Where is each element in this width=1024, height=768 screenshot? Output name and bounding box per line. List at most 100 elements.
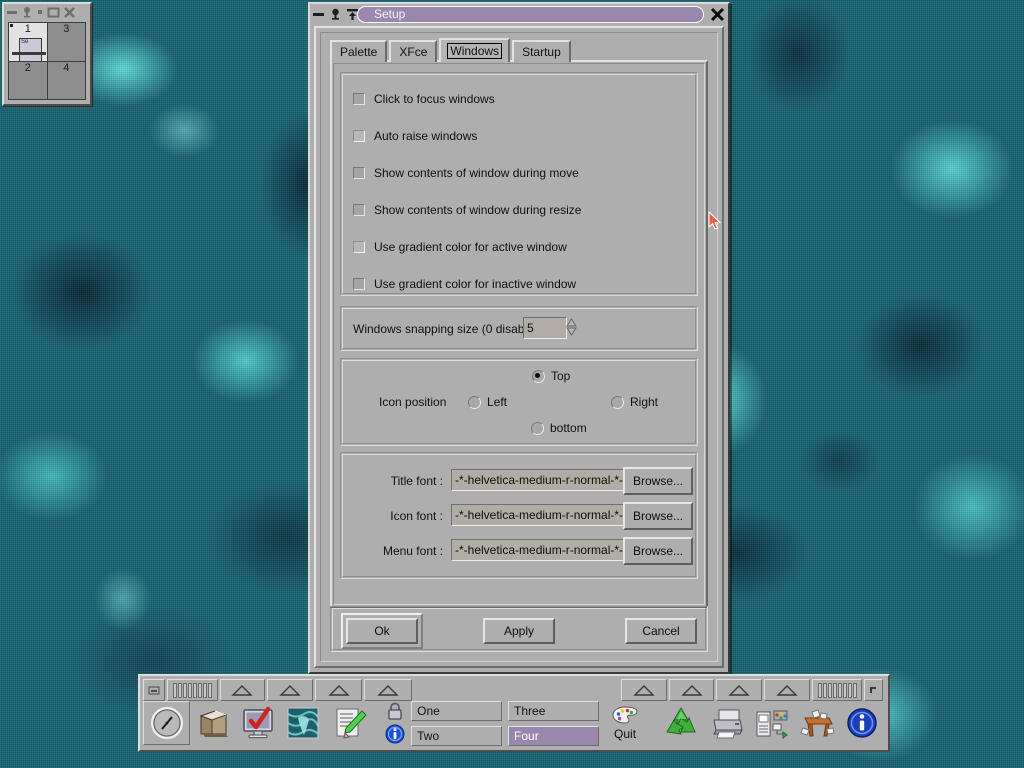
popup-arrow-icon[interactable] bbox=[776, 684, 798, 696]
desktop-button-two[interactable]: Two bbox=[411, 725, 503, 746]
title-font-browse-button[interactable]: Browse... bbox=[623, 467, 693, 495]
checkbox-box[interactable] bbox=[353, 93, 365, 105]
popup-button-5[interactable] bbox=[621, 679, 667, 701]
pager-desktop-1[interactable]: 1 Se bbox=[9, 23, 47, 62]
radio-icon-position-right[interactable]: Right bbox=[611, 395, 658, 409]
pin-icon[interactable] bbox=[21, 6, 33, 18]
pager-mini-window[interactable]: Se bbox=[19, 38, 42, 62]
panel-bottom-row[interactable]: One Two Three Four Quit bbox=[143, 700, 885, 746]
clock-compass-icon[interactable] bbox=[150, 706, 184, 740]
checkbox-gradient-inactive[interactable]: Use gradient color for inactive window bbox=[353, 277, 576, 291]
desktop-button-one[interactable]: One bbox=[411, 700, 503, 721]
checkbox-box[interactable] bbox=[353, 130, 365, 142]
desktop-button-three[interactable]: Three bbox=[508, 700, 600, 721]
launcher-printer[interactable] bbox=[704, 702, 749, 744]
info-icon[interactable] bbox=[846, 707, 878, 739]
checkbox-show-contents-resize[interactable]: Show contents of window during resize bbox=[353, 203, 581, 217]
panel-handle-left[interactable] bbox=[167, 679, 218, 701]
snapping-size-input[interactable]: 5 bbox=[523, 317, 567, 339]
launcher-clock[interactable] bbox=[143, 701, 191, 745]
tab-startup[interactable]: Startup bbox=[512, 40, 571, 62]
spinner-down-icon[interactable] bbox=[566, 327, 577, 336]
tab-windows[interactable]: Windows bbox=[439, 38, 511, 62]
printer-icon[interactable] bbox=[709, 706, 745, 740]
snapping-spinner[interactable] bbox=[565, 316, 578, 338]
panel-handle-right[interactable] bbox=[811, 679, 863, 701]
launcher-wallpaper[interactable] bbox=[281, 702, 326, 744]
minimize-icon[interactable] bbox=[312, 8, 325, 21]
workbench-icon[interactable] bbox=[799, 706, 835, 740]
popup-arrow-icon[interactable] bbox=[327, 684, 350, 696]
popup-button-2[interactable] bbox=[266, 679, 314, 701]
radio-dot[interactable] bbox=[611, 395, 624, 409]
checkbox-box[interactable] bbox=[353, 241, 365, 253]
icon-font-browse-button[interactable]: Browse... bbox=[623, 502, 693, 530]
spinner-up-icon[interactable] bbox=[566, 318, 577, 327]
close-icon[interactable] bbox=[63, 6, 76, 18]
pager-desktop-4[interactable]: 4 bbox=[47, 61, 85, 99]
setup-titlebar[interactable]: Setup bbox=[310, 4, 728, 24]
monitor-check-icon[interactable] bbox=[240, 706, 276, 740]
maximize-icon[interactable] bbox=[47, 6, 60, 18]
popup-button-1[interactable] bbox=[219, 679, 265, 701]
checkbox-click-to-focus[interactable]: Click to focus windows bbox=[353, 92, 495, 106]
minimize-icon[interactable] bbox=[6, 6, 18, 18]
radio-icon-position-top[interactable]: Top bbox=[532, 369, 570, 383]
popup-button-7[interactable] bbox=[716, 679, 763, 701]
wallpaper-icon[interactable] bbox=[286, 706, 320, 740]
popup-arrow-icon[interactable] bbox=[633, 684, 655, 696]
pin-icon[interactable] bbox=[329, 8, 342, 21]
panel-minimize-button[interactable] bbox=[143, 679, 166, 701]
pager-desktop-2[interactable]: 2 bbox=[9, 61, 47, 99]
pager-desktop-3[interactable]: 3 bbox=[47, 23, 85, 61]
lock-icon[interactable] bbox=[385, 702, 405, 720]
palette-icon[interactable] bbox=[612, 705, 638, 724]
grip-handle-icon[interactable] bbox=[173, 682, 213, 698]
popup-button-3[interactable] bbox=[315, 679, 362, 701]
popup-arrow-icon[interactable] bbox=[279, 684, 301, 696]
desktop-buttons-col-2[interactable]: Three Four bbox=[508, 700, 600, 746]
paint-diagram-icon[interactable] bbox=[754, 706, 790, 740]
radio-dot[interactable] bbox=[468, 395, 481, 409]
popup-button-8[interactable] bbox=[764, 679, 810, 701]
checkbox-auto-raise[interactable]: Auto raise windows bbox=[353, 129, 477, 143]
close-button[interactable] bbox=[708, 5, 726, 23]
popup-arrow-icon[interactable] bbox=[680, 684, 703, 696]
recycle-icon[interactable] bbox=[663, 706, 699, 740]
menu-font-input[interactable]: -*-helvetica-medium-r-normal-*-* bbox=[451, 539, 625, 561]
xfce-panel[interactable]: One Two Three Four Quit bbox=[138, 674, 890, 752]
menu-font-browse-button[interactable]: Browse... bbox=[623, 537, 693, 565]
title-font-input[interactable]: -*-helvetica-medium-r-normal-*-* bbox=[451, 469, 625, 491]
panel-quit-group[interactable]: Quit bbox=[605, 705, 645, 741]
popup-button-4[interactable] bbox=[363, 679, 413, 701]
launcher-info[interactable] bbox=[840, 702, 885, 744]
ok-button[interactable]: Ok bbox=[346, 618, 418, 644]
icon-font-input[interactable]: -*-helvetica-medium-r-normal-*-* bbox=[451, 504, 625, 526]
popup-arrow-icon[interactable] bbox=[231, 684, 253, 696]
desktop-buttons-col-1[interactable]: One Two bbox=[411, 700, 503, 746]
apply-button[interactable]: Apply bbox=[483, 618, 555, 644]
radio-icon-position-bottom[interactable]: bottom bbox=[531, 421, 587, 435]
launcher-monitor-check[interactable] bbox=[236, 702, 281, 744]
launcher-paint-diagram[interactable] bbox=[749, 702, 794, 744]
popup-arrow-icon[interactable] bbox=[377, 684, 399, 696]
launcher-file-manager[interactable] bbox=[190, 702, 235, 744]
file-manager-icon[interactable] bbox=[195, 706, 231, 740]
panel-resize-corner[interactable] bbox=[864, 679, 883, 701]
pager-titlebar[interactable] bbox=[4, 4, 90, 20]
grip-handle-icon[interactable] bbox=[817, 682, 857, 698]
cancel-button[interactable]: Cancel bbox=[625, 618, 697, 644]
checkbox-box[interactable] bbox=[353, 204, 365, 216]
pager-desktop-grid[interactable]: 1 Se 3 2 4 bbox=[8, 22, 86, 100]
launcher-workbench[interactable] bbox=[795, 702, 840, 744]
panel-top-row[interactable] bbox=[143, 679, 885, 701]
checkbox-box[interactable] bbox=[353, 167, 365, 179]
desktop-pager-window[interactable]: 1 Se 3 2 4 bbox=[2, 2, 92, 106]
notepad-pencil-icon[interactable] bbox=[331, 706, 367, 740]
minimize-box-icon[interactable] bbox=[148, 686, 160, 695]
checkbox-gradient-active[interactable]: Use gradient color for active window bbox=[353, 240, 567, 254]
radio-dot[interactable] bbox=[531, 421, 544, 435]
setup-window[interactable]: Setup Palette XFce Windows Startup Click… bbox=[308, 2, 730, 674]
close-icon[interactable] bbox=[709, 6, 726, 23]
resize-corner-icon[interactable] bbox=[869, 686, 878, 695]
